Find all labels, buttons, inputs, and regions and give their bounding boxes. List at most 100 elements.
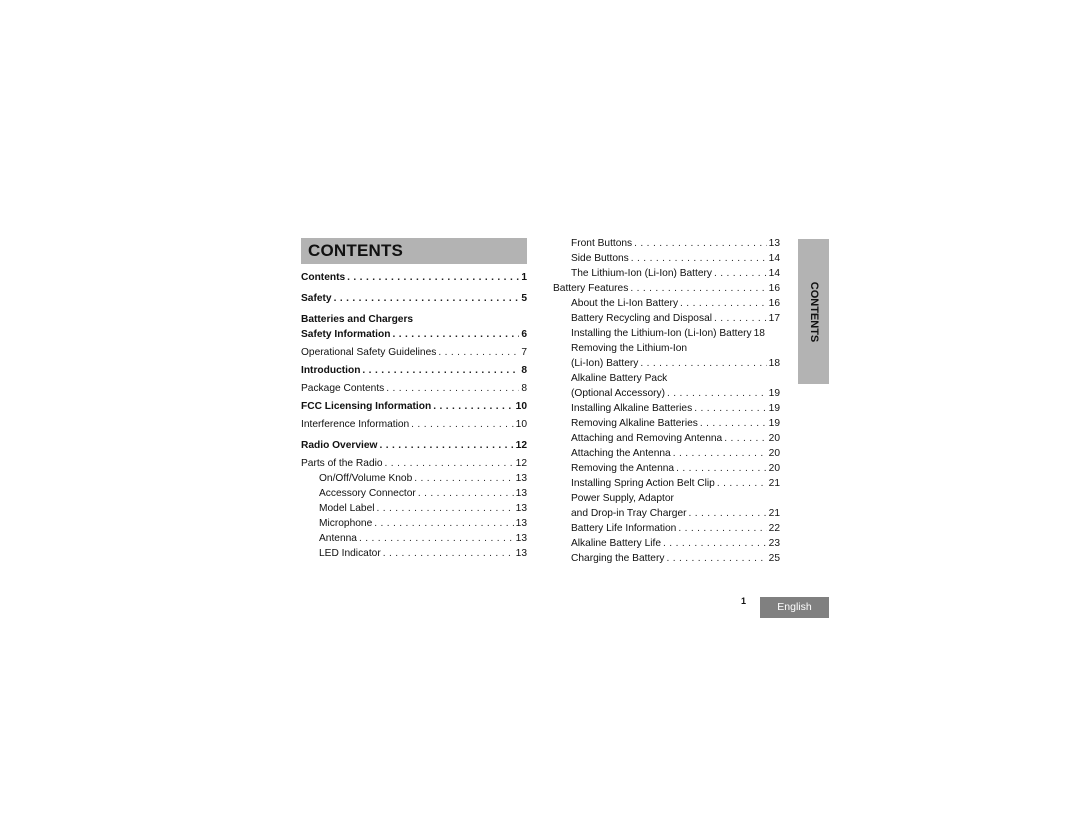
toc-entry[interactable]: Installing Spring Action Belt Clip 21 <box>553 476 780 491</box>
toc-entry[interactable]: Parts of the Radio 12 <box>301 456 527 471</box>
toc-entry-page: 13 <box>515 533 527 544</box>
toc-entry[interactable]: Removing Alkaline Batteries 19 <box>553 416 780 431</box>
toc-entry[interactable]: Microphone 13 <box>301 516 527 531</box>
dot-leader <box>667 386 767 401</box>
toc-entry[interactable]: Accessory Connector 13 <box>301 486 527 501</box>
toc-entry[interactable]: Alkaline Battery Pack <box>553 371 780 386</box>
toc-entry[interactable]: Antenna 13 <box>301 531 527 546</box>
toc-entry[interactable]: Battery Features 16 <box>553 281 780 296</box>
toc-entry-title: The Lithium-Ion (Li-Ion) Battery <box>571 268 712 279</box>
toc-entry-title: Installing Alkaline Batteries <box>571 403 693 414</box>
toc-entry-title: Attaching the Antenna <box>571 448 671 459</box>
toc-entry[interactable]: Operational Safety Guidelines 7 <box>301 345 527 360</box>
dot-leader <box>347 270 519 285</box>
toc-entry-page: 13 <box>515 548 527 559</box>
toc-entry-page: 23 <box>768 538 780 549</box>
toc-entry[interactable]: Package Contents 8 <box>301 381 527 396</box>
toc-entry-title: Removing the Lithium-Ion <box>571 343 688 354</box>
toc-entry-page: 21 <box>768 508 780 519</box>
toc-entry-page: 8 <box>521 383 527 394</box>
toc-entry-title: (Li-Ion) Battery <box>571 358 639 369</box>
toc-entry[interactable]: and Drop-in Tray Charger 21 <box>553 506 780 521</box>
toc-entry[interactable]: Front Buttons 13 <box>553 236 780 251</box>
toc-entry[interactable]: Removing the Lithium-Ion <box>553 341 780 356</box>
toc-entry[interactable]: Model Label 13 <box>301 501 527 516</box>
toc-entry-title: Installing the Lithium-Ion (Li-Ion) Batt… <box>571 328 752 339</box>
toc-entry-title: Interference Information <box>301 419 410 430</box>
dot-leader <box>678 521 766 536</box>
dot-leader <box>418 486 514 501</box>
dot-leader <box>383 546 514 561</box>
toc-entry[interactable]: About the Li-Ion Battery 16 <box>553 296 780 311</box>
toc-entry[interactable]: Removing the Antenna 20 <box>553 461 780 476</box>
toc-entry-page: 17 <box>768 313 780 324</box>
toc-entry-page: 13 <box>768 238 780 249</box>
toc-entry-page: 8 <box>521 365 527 376</box>
toc-entry-page: 18 <box>768 358 780 369</box>
toc-entry-title: About the Li-Ion Battery <box>571 298 679 309</box>
toc-entry-page: 19 <box>768 388 780 399</box>
toc-entry-title: Installing Spring Action Belt Clip <box>571 478 715 489</box>
language-tab: English <box>760 597 829 618</box>
toc-entry-title: Radio Overview <box>301 440 378 451</box>
toc-entry-page: 20 <box>768 463 780 474</box>
toc-entry[interactable]: Battery Life Information 22 <box>553 521 780 536</box>
toc-entry[interactable]: LED Indicator 13 <box>301 546 527 561</box>
toc-entry[interactable]: Interference Information 10 <box>301 417 527 432</box>
dot-leader <box>359 531 514 546</box>
toc-entry[interactable]: (Li-Ion) Battery 18 <box>553 356 780 371</box>
dot-leader <box>433 399 513 414</box>
toc-entry[interactable]: On/Off/Volume Knob 13 <box>301 471 527 486</box>
toc-entry[interactable]: Contents 1 <box>301 270 527 285</box>
toc-entry-page: 10 <box>515 401 527 412</box>
toc-entry-page: 12 <box>515 440 527 451</box>
toc-entry[interactable]: Installing the Lithium-Ion (Li-Ion) Batt… <box>553 326 780 341</box>
toc-entry[interactable]: The Lithium-Ion (Li-Ion) Battery 14 <box>553 266 780 281</box>
toc-entry[interactable]: (Optional Accessory) 19 <box>553 386 780 401</box>
toc-entry-page: 13 <box>515 503 527 514</box>
toc-entry[interactable]: Side Buttons 14 <box>553 251 780 266</box>
dot-leader <box>676 461 767 476</box>
toc-entry-title: Operational Safety Guidelines <box>301 347 437 358</box>
contents-header: CONTENTS <box>301 238 527 264</box>
toc-entry[interactable]: Introduction 8 <box>301 363 527 378</box>
dot-leader <box>438 345 519 360</box>
toc-entry[interactable]: Charging the Battery 25 <box>553 551 780 566</box>
toc-entry-title: (Optional Accessory) <box>571 388 665 399</box>
toc-entry-title: Package Contents <box>301 383 385 394</box>
toc-entry[interactable]: Alkaline Battery Life 23 <box>553 536 780 551</box>
dot-leader <box>414 471 513 486</box>
toc-entry[interactable]: Attaching and Removing Antenna 20 <box>553 431 780 446</box>
toc-entry-title: Accessory Connector <box>319 488 416 499</box>
toc-entry[interactable]: Power Supply, Adaptor <box>553 491 780 506</box>
toc-entry[interactable]: Batteries and Chargers <box>301 312 527 327</box>
toc-entry-title: Parts of the Radio <box>301 458 383 469</box>
dot-leader <box>700 416 767 431</box>
dot-leader <box>377 501 514 516</box>
toc-entry[interactable]: Safety Information 6 <box>301 327 527 342</box>
dot-leader <box>680 296 767 311</box>
toc-entry-title: Power Supply, Adaptor <box>571 493 674 504</box>
dot-leader <box>385 456 514 471</box>
toc-entry[interactable]: Battery Recycling and Disposal 17 <box>553 311 780 326</box>
toc-entry[interactable]: FCC Licensing Information 10 <box>301 399 527 414</box>
toc-entry-title: Side Buttons <box>571 253 629 264</box>
toc-entry-title: Battery Life Information <box>571 523 677 534</box>
toc-entry[interactable]: Installing Alkaline Batteries 19 <box>553 401 780 416</box>
toc-entry-page: 20 <box>768 448 780 459</box>
toc-entry-page: 19 <box>768 403 780 414</box>
toc-entry[interactable]: Radio Overview 12 <box>301 438 527 453</box>
toc-entry-title: Safety Information <box>301 329 391 340</box>
dot-leader <box>666 551 766 566</box>
toc-entry-title: Removing Alkaline Batteries <box>571 418 698 429</box>
dot-leader <box>694 401 766 416</box>
toc-entry-title: Model Label <box>319 503 375 514</box>
dot-leader <box>634 236 767 251</box>
toc-entry[interactable]: Attaching the Antenna 20 <box>553 446 780 461</box>
toc-entry[interactable]: Safety 5 <box>301 291 527 306</box>
toc-left-column: Contents 1 Safety 5 Batteries and Chargers Sa… <box>301 270 527 561</box>
toc-entry-page: 16 <box>768 283 780 294</box>
toc-entry-title: Battery Recycling and Disposal <box>571 313 712 324</box>
dot-leader <box>411 417 513 432</box>
dot-leader <box>392 327 519 342</box>
